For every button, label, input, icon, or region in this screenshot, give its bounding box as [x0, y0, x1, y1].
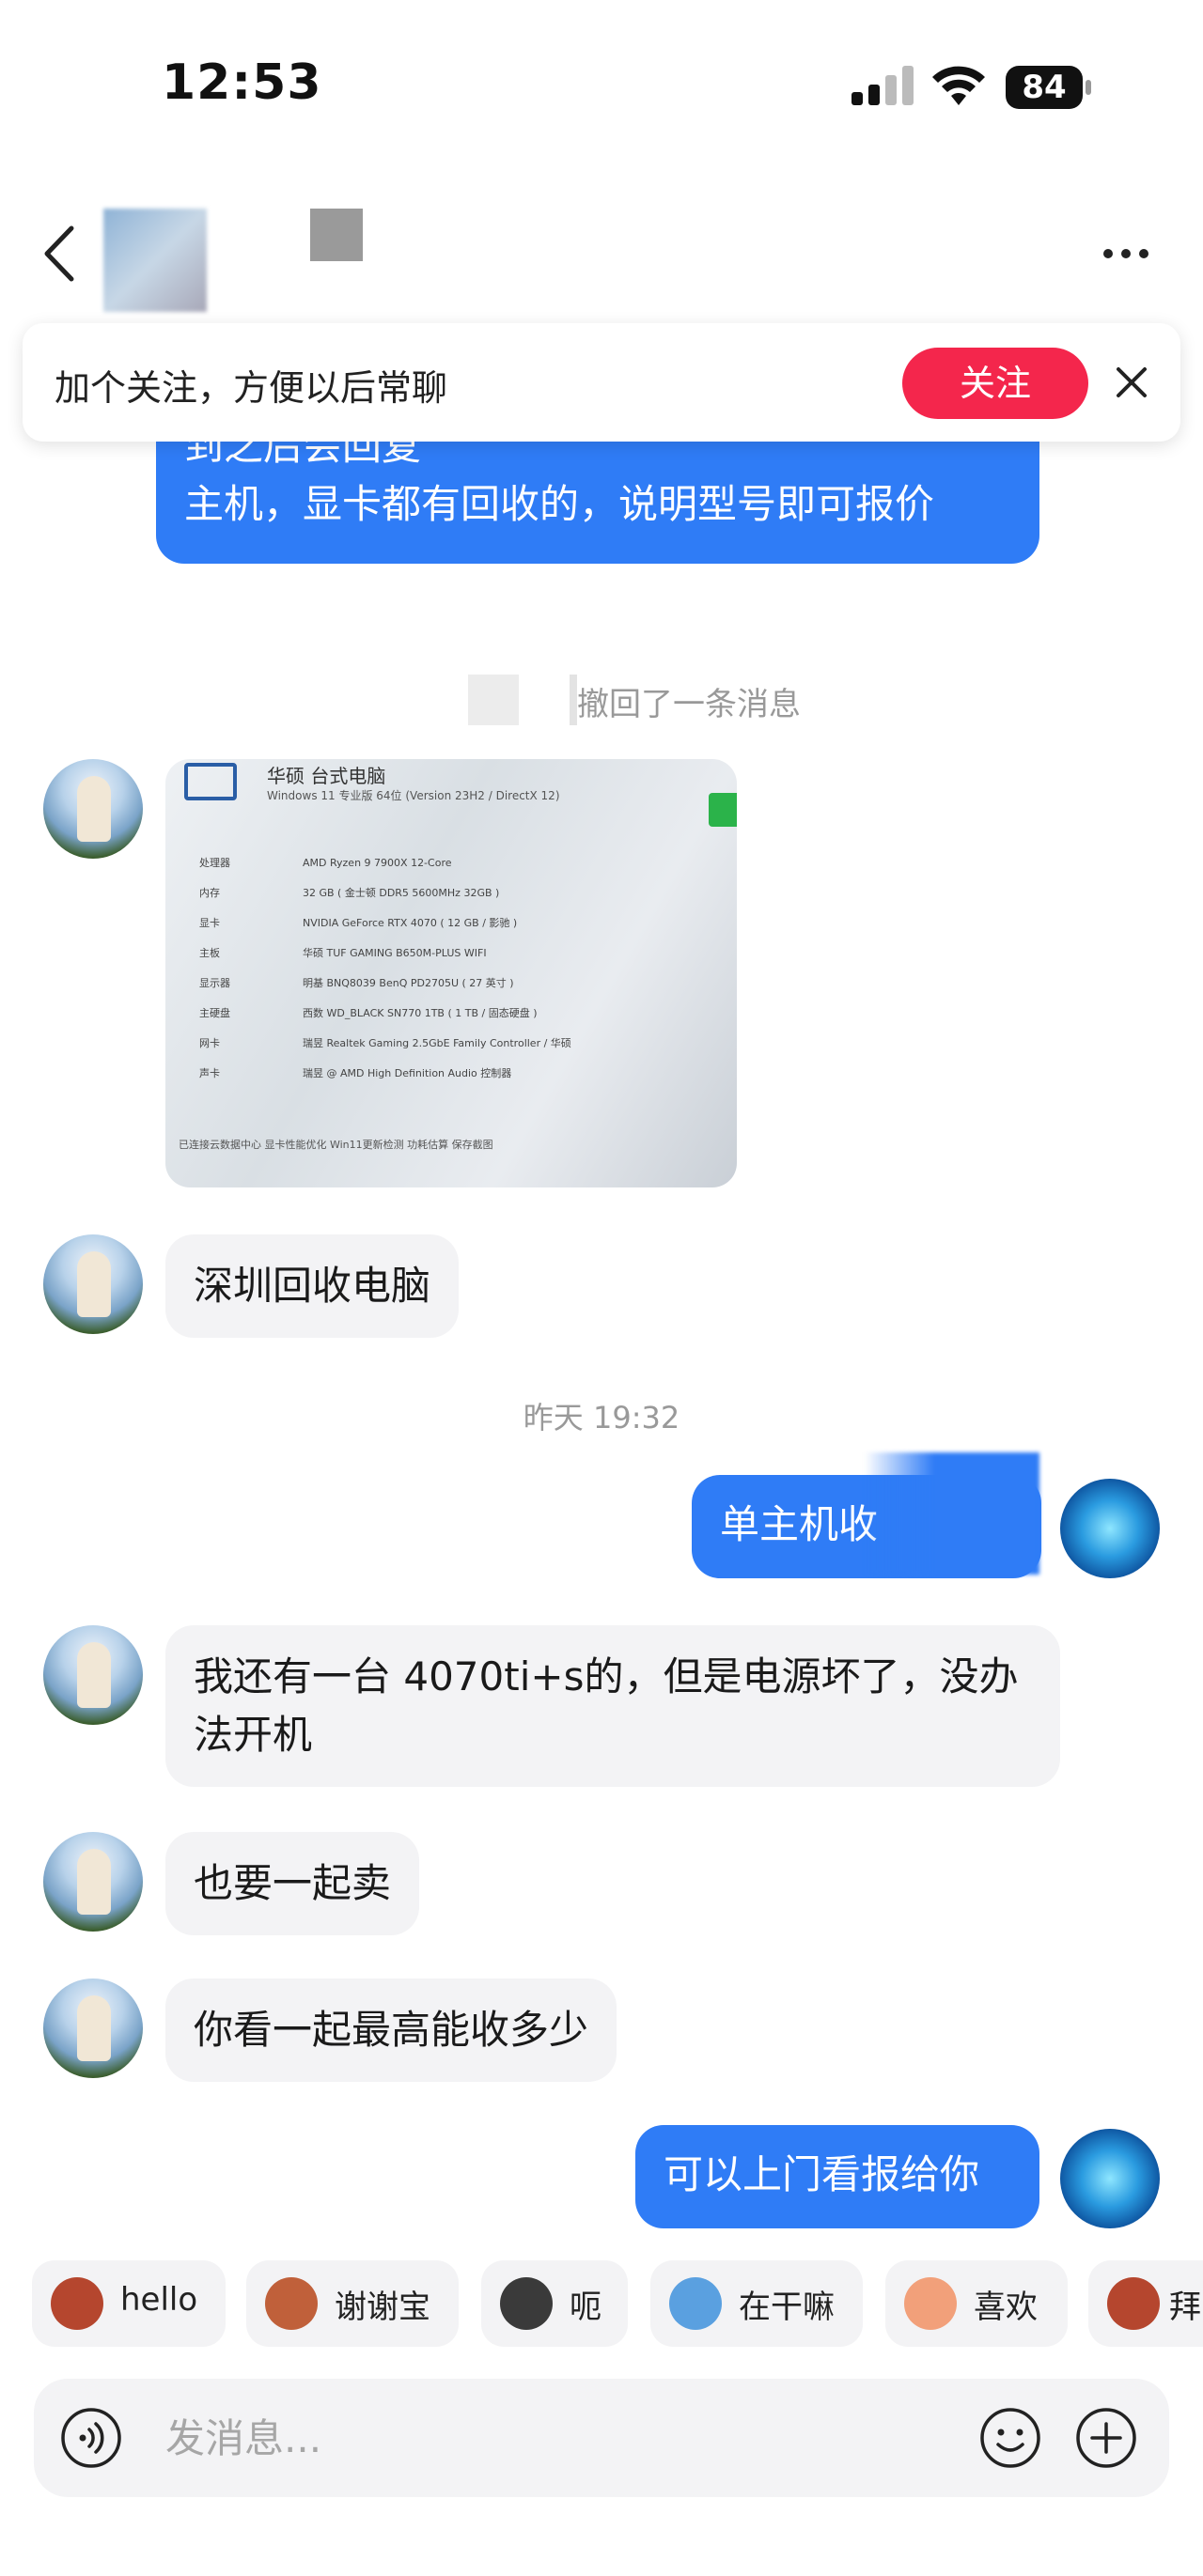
sender-avatar[interactable] [43, 1832, 143, 1932]
message-line: 主机，显卡都有回收的，说明型号即可报价 [184, 481, 935, 527]
quick-reply-bar: hello 谢谢宝 呃 在干嘛 喜欢 拜 [0, 2255, 1203, 2358]
sender-avatar[interactable] [43, 1625, 143, 1725]
message-input[interactable] [165, 2405, 974, 2471]
battery-icon: 84 [1006, 66, 1092, 109]
follow-banner-text: 加个关注，方便以后常聊 [55, 367, 448, 409]
message-text: 可以上门看报给你 [664, 2151, 980, 2197]
image-footer: 已连接云数据中心 显卡性能优化 Win11更新检测 功耗估算 保存截图 [179, 1139, 493, 1151]
quick-reply-label: 谢谢宝 [335, 2289, 430, 2326]
message-incoming[interactable]: 我还有一台 4070ti+s的，但是电源坏了，没办法开机 [165, 1625, 1060, 1787]
quick-reply-chip[interactable]: 喜欢 [885, 2260, 1068, 2347]
close-icon[interactable] [1103, 354, 1160, 411]
monitor-icon [184, 763, 237, 800]
sender-avatar[interactable] [43, 759, 143, 859]
battery-level: 84 [1006, 66, 1083, 109]
quick-reply-chip[interactable]: 拜 [1088, 2260, 1203, 2347]
my-avatar[interactable] [1060, 2129, 1160, 2228]
spec-row: 显示器 明基 BNQ8039 BenQ PD2705U ( 27 英寸 ) [199, 977, 514, 989]
follow-button[interactable]: 关注 [902, 348, 1088, 419]
more-dots-icon[interactable] [1100, 235, 1152, 272]
image-message[interactable]: 华硕 台式电脑 Windows 11 专业版 64位 (Version 23H2… [165, 759, 737, 1187]
spec-row: 内存 32 GB ( 金士顿 DDR5 5600MHz 32GB ) [199, 887, 500, 899]
signal-icon [851, 66, 914, 105]
image-green-tab [709, 793, 737, 827]
message-outgoing[interactable]: 可以上门看报给你 [635, 2125, 1039, 2228]
plus-icon[interactable] [1075, 2407, 1137, 2469]
contact-avatar-blurred[interactable] [103, 209, 207, 312]
quick-reply-chip[interactable]: 谢谢宝 [246, 2260, 459, 2347]
spec-row: 网卡 瑞昱 Realtek Gaming 2.5GbE Family Contro… [199, 1037, 571, 1049]
quick-reply-label: 呃 [570, 2289, 602, 2326]
battery-tip [1086, 80, 1091, 95]
status-bar: 12:53 84 [0, 0, 1203, 169]
contact-name-blurred [310, 209, 363, 261]
quick-reply-chip[interactable]: hello [32, 2260, 226, 2347]
chevron-left-icon[interactable] [38, 221, 83, 287]
quick-reply-label: 拜 [1169, 2289, 1201, 2326]
message-input-bar [34, 2379, 1169, 2497]
blushing-face-icon [904, 2277, 957, 2330]
monkey-covering-eyes-icon [51, 2277, 103, 2330]
monkey-wave-icon [1107, 2277, 1160, 2330]
status-time: 12:53 [162, 54, 322, 111]
monkey-with-flower-icon [265, 2277, 318, 2330]
wifi-icon [932, 66, 985, 105]
image-title: 华硕 台式电脑 [267, 765, 386, 787]
message-incoming[interactable]: 深圳回收电脑 [165, 1234, 460, 1338]
image-subtitle: Windows 11 专业版 64位 (Version 23H2 / Direc… [267, 789, 560, 802]
timestamp: 昨天 19:32 [523, 1400, 680, 1435]
cat-face-icon [500, 2277, 553, 2330]
sender-avatar[interactable] [43, 1979, 143, 2078]
chat-header [0, 188, 1203, 319]
message-incoming[interactable]: 你看一起最高能收多少 [165, 1979, 617, 2082]
recalled-avatar-blur [468, 675, 519, 725]
system-message: 撤回了一条消息 [577, 686, 801, 723]
voice-icon[interactable] [60, 2407, 122, 2469]
quick-reply-label: 喜欢 [974, 2289, 1038, 2326]
message-incoming[interactable]: 也要一起卖 [165, 1832, 420, 1935]
follow-banner: 加个关注，方便以后常聊 关注 [23, 323, 1180, 442]
quick-reply-label: 在干嘛 [739, 2289, 835, 2326]
message-text: 单主机收 [720, 1501, 879, 1547]
outgoing-smudge [865, 1452, 1039, 1575]
recalled-name-blur [570, 675, 577, 725]
spec-row: 声卡 瑞昱 @ AMD High Definition Audio 控制器 [199, 1067, 512, 1079]
emoji-icon[interactable] [979, 2407, 1041, 2469]
spec-row: 主板 华硕 TUF GAMING B650M-PLUS WIFI [199, 947, 487, 959]
spec-row: 处理器 AMD Ryzen 9 7900X 12-Core [199, 857, 452, 869]
spec-row: 显卡 NVIDIA GeForce RTX 4070 ( 12 GB / 影驰 ) [199, 917, 518, 929]
sender-avatar[interactable] [43, 1234, 143, 1334]
quick-reply-label: hello [120, 2281, 198, 2319]
my-avatar[interactable] [1060, 1479, 1160, 1578]
cartoon-face-icon [669, 2277, 722, 2330]
quick-reply-chip[interactable]: 呃 [481, 2260, 628, 2347]
quick-reply-chip[interactable]: 在干嘛 [650, 2260, 863, 2347]
spec-row: 主硬盘 西数 WD_BLACK SN770 1TB ( 1 TB / 固态硬盘 ) [199, 1007, 538, 1019]
